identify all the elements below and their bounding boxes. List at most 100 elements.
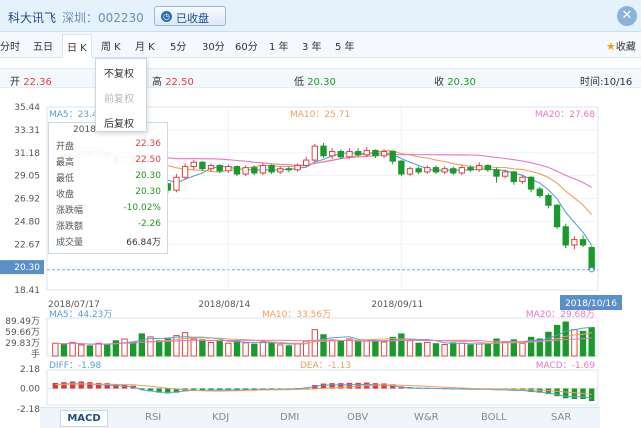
candle-body	[458, 167, 466, 174]
volume-bar	[346, 338, 353, 357]
ma20-label: MA20：27.68	[535, 110, 595, 120]
ma5-label: MA5：23.4	[49, 110, 98, 120]
candle-body	[571, 239, 578, 246]
tooltip-label: 开盘	[56, 142, 75, 152]
macd-bar	[78, 381, 84, 389]
candle-body	[510, 171, 517, 183]
volume-tick-label: 89.49万	[5, 317, 40, 327]
candle-body	[545, 195, 552, 206]
volume-bar	[277, 344, 284, 357]
volume-bar	[328, 339, 336, 357]
volume-ma10-label: MA10：33.56万	[262, 310, 331, 320]
price-tick-label: 31.18	[14, 149, 40, 159]
volume-bar	[207, 341, 215, 357]
macd-bar	[571, 388, 578, 399]
candle-body	[415, 168, 422, 173]
candle-body	[328, 150, 336, 157]
menu-item-backward-adjust[interactable]: 后复权	[104, 115, 134, 130]
tooltip-value: 20.30	[135, 187, 161, 197]
candle-body	[519, 176, 526, 183]
tooltip-label: 成交量	[56, 238, 84, 248]
volume-bar	[579, 330, 587, 357]
candle-body	[380, 150, 388, 157]
volume-bar	[354, 341, 362, 357]
candle-body	[450, 168, 457, 174]
tab-sar[interactable]: SAR	[551, 412, 571, 423]
macd-bar	[563, 388, 569, 399]
price-tick-label: 22.67	[14, 240, 40, 250]
volume-bar	[467, 344, 474, 357]
candle-body	[588, 247, 595, 271]
menu-item-no-adjust[interactable]: 不复权	[104, 65, 134, 80]
date-tick-label: 2018/07/17	[48, 300, 100, 310]
selected-date-label: 2018/10/16	[565, 299, 617, 309]
candle-body	[346, 150, 353, 158]
candle-body	[303, 159, 310, 166]
price-tick-label: 26.92	[14, 195, 40, 205]
volume-bar	[476, 343, 483, 357]
candle-body	[173, 176, 180, 191]
tab-rsi[interactable]: RSI	[145, 412, 161, 423]
volume-bar	[406, 340, 414, 357]
tab-macd[interactable]: MACD	[60, 410, 108, 427]
macd-bar	[52, 382, 59, 389]
tab-obv[interactable]: OBV	[347, 412, 368, 423]
tooltip-value: 66.84万	[126, 238, 161, 248]
menu-item-forward-adjust: 前复权	[104, 94, 134, 105]
volume-bar	[104, 344, 111, 357]
volume-bar	[199, 339, 206, 357]
macd-bar	[588, 388, 595, 402]
volume-bar	[155, 340, 163, 357]
volume-bar	[501, 341, 509, 357]
volume-bar	[60, 343, 68, 357]
tab-kdj[interactable]: KDJ	[212, 412, 229, 423]
candle-body	[493, 169, 500, 177]
volume-bar	[441, 344, 448, 357]
macd-bar	[381, 383, 387, 389]
volume-bar	[233, 340, 241, 357]
candle-body	[363, 149, 370, 156]
candle-body	[225, 166, 232, 172]
volume-ma20-label: MA20：29.68万	[526, 310, 595, 320]
tooltip-value: 22.50	[135, 155, 161, 165]
candle-body	[190, 161, 197, 168]
volume-bar	[86, 345, 94, 357]
volume-bar	[225, 342, 232, 357]
volume-bar	[52, 342, 59, 357]
macd-bar	[346, 382, 353, 389]
price-tick-label: 18.41	[14, 286, 40, 296]
tooltip-label: 涨跌额	[56, 222, 84, 232]
volume-tick-label: 29.83万	[5, 339, 40, 349]
volume-bar	[259, 341, 267, 357]
candle-body	[406, 168, 414, 175]
macd-tick-label: 2.18	[20, 365, 40, 375]
candle-body	[216, 164, 223, 172]
candle-body	[484, 164, 492, 171]
macd-tick-label: -2.18	[17, 405, 41, 415]
volume-bar	[415, 342, 422, 357]
tab-boll[interactable]: BOLL	[481, 412, 507, 423]
tab-dmi[interactable]: DMI	[280, 412, 299, 423]
volume-bar	[484, 342, 492, 357]
volume-bar	[216, 341, 223, 357]
tooltip-value: 20.30	[135, 171, 161, 181]
candle-body	[277, 168, 284, 173]
tab-wr[interactable]: W&R	[414, 412, 439, 423]
volume-bar	[320, 334, 327, 357]
macd-value-label: MACD：-1.69	[536, 361, 596, 371]
candle-body	[432, 167, 440, 173]
volume-bar	[130, 341, 137, 357]
candle-body	[320, 145, 327, 157]
volume-bar	[95, 342, 102, 357]
volume-bar	[450, 342, 457, 357]
tooltip-value: -2.26	[137, 219, 161, 229]
macd-bar	[320, 383, 327, 389]
volume-bar	[190, 338, 197, 357]
candle-body	[259, 164, 267, 174]
tooltip-value: -10.02%	[123, 203, 161, 213]
macd-tick-label: 0.00	[20, 385, 40, 395]
candle-body	[337, 150, 344, 158]
ma10-label: MA10：25.71	[290, 110, 350, 120]
candle-body	[354, 150, 362, 156]
volume-bar	[372, 340, 379, 357]
